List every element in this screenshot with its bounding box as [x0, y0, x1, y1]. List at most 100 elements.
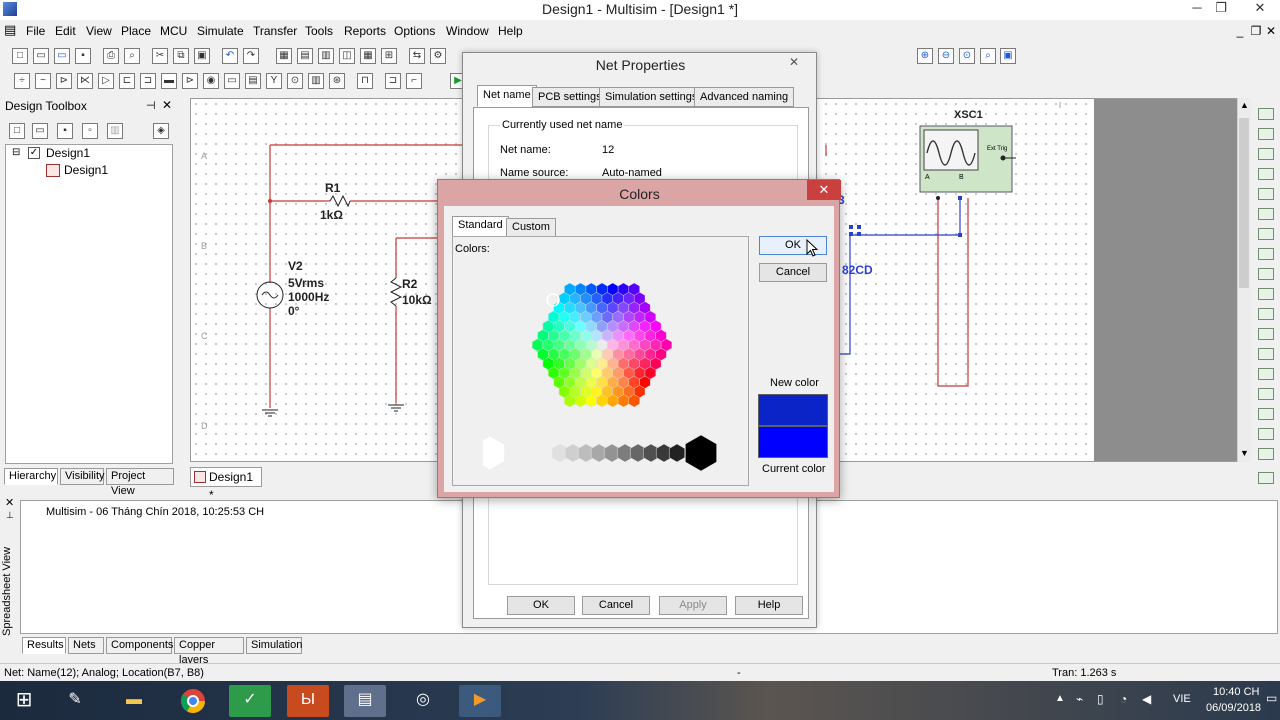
- print-icon[interactable]: ⎙: [103, 48, 119, 64]
- tray-battery-icon[interactable]: ▯: [1097, 692, 1104, 706]
- oscilloscope-icon[interactable]: [1258, 168, 1274, 180]
- media-player-icon[interactable]: ▶: [459, 685, 501, 717]
- toggle-fullscreen-icon[interactable]: ▦: [276, 48, 292, 64]
- open-icon[interactable]: ▭: [33, 48, 49, 64]
- close-icon[interactable]: ✕: [1240, 0, 1280, 18]
- save-icon[interactable]: ▪: [75, 48, 91, 64]
- scroll-down-icon[interactable]: ▼: [1240, 448, 1249, 458]
- close-design-icon[interactable]: ▫: [82, 123, 98, 139]
- net-props-apply-button[interactable]: Apply: [659, 596, 727, 615]
- spreadsheet-pin-icon[interactable]: ⊥: [6, 510, 14, 521]
- tab-results[interactable]: Results: [22, 637, 66, 654]
- place-transistor-icon[interactable]: ⋉: [77, 73, 93, 89]
- wattmeter-icon[interactable]: [1258, 148, 1274, 160]
- file-explorer-icon[interactable]: ▬: [113, 685, 155, 717]
- undo-icon[interactable]: ↶: [222, 48, 238, 64]
- orange-app-icon[interactable]: Ы: [287, 685, 329, 717]
- cut-icon[interactable]: ✂: [152, 48, 168, 64]
- network-analyzer-icon[interactable]: [1258, 368, 1274, 380]
- net-props-ok-button[interactable]: OK: [507, 596, 575, 615]
- database-icon[interactable]: ▥: [318, 48, 334, 64]
- menu-edit[interactable]: Edit: [55, 24, 76, 38]
- place-ttl-icon[interactable]: ⊏: [119, 73, 135, 89]
- tray-up-icon[interactable]: ▲: [1055, 693, 1065, 704]
- menu-view[interactable]: View: [86, 24, 112, 38]
- design-checkbox-icon[interactable]: ✓: [28, 147, 40, 159]
- logic-analyzer-icon[interactable]: [1258, 288, 1274, 300]
- place-misc-icon[interactable]: ▤: [245, 73, 261, 89]
- tray-volume-icon[interactable]: ◀: [1142, 692, 1151, 706]
- panel-close-icon[interactable]: ✕: [162, 98, 172, 112]
- zoom-sheet-icon[interactable]: ⌕: [980, 48, 996, 64]
- tab-nets[interactable]: Nets: [68, 637, 104, 654]
- tree-expand-icon[interactable]: ⊟: [12, 147, 20, 158]
- place-power-icon[interactable]: ▭: [224, 73, 240, 89]
- tray-time[interactable]: 10:40 CH: [1213, 686, 1259, 698]
- grapher-icon[interactable]: ◫: [339, 48, 355, 64]
- menu-window[interactable]: Window: [446, 24, 489, 38]
- tab-pcb-settings[interactable]: PCB settings: [532, 87, 608, 107]
- paste-icon[interactable]: ▣: [194, 48, 210, 64]
- tab-advanced-naming[interactable]: Advanced naming: [694, 87, 795, 107]
- four-channel-scope-icon[interactable]: [1258, 188, 1274, 200]
- tab-components[interactable]: Components: [106, 637, 173, 654]
- place-indicator-icon[interactable]: ◉: [203, 73, 219, 89]
- place-wire-icon[interactable]: ⌐: [406, 73, 422, 89]
- grey-cell[interactable]: [483, 435, 505, 471]
- menu-reports[interactable]: Reports: [344, 24, 386, 38]
- zoom-area-icon[interactable]: ⊙: [959, 48, 975, 64]
- tray-wifi-icon[interactable]: ◔: [1120, 692, 1127, 706]
- tree-root-item[interactable]: Design1: [46, 146, 90, 160]
- place-mixed-icon[interactable]: ⊳: [182, 73, 198, 89]
- multisim-taskbar-icon[interactable]: ▤: [344, 685, 386, 717]
- zoom-out-icon[interactable]: ⊖: [938, 48, 954, 64]
- grayscale-palette[interactable]: [483, 433, 723, 473]
- place-connector-icon[interactable]: ⊛: [329, 73, 345, 89]
- spreadsheet-icon[interactable]: ▤: [297, 48, 313, 64]
- agilent-scope-icon[interactable]: [1258, 428, 1274, 440]
- mdi-minimize-icon[interactable]: _: [1233, 24, 1247, 38]
- scroll-up-icon[interactable]: ▲: [1240, 100, 1249, 110]
- bode-plotter-icon[interactable]: [1258, 208, 1274, 220]
- place-mcu-icon[interactable]: ▥: [308, 73, 324, 89]
- scroll-thumb[interactable]: [1239, 118, 1249, 288]
- zoom-in-icon[interactable]: ⊕: [917, 48, 933, 64]
- open-design-icon[interactable]: ▭: [32, 123, 48, 139]
- tektronix-scope-icon[interactable]: [1258, 448, 1274, 460]
- place-diode-icon[interactable]: ⊳: [56, 73, 72, 89]
- tab-hierarchy[interactable]: Hierarchy: [4, 468, 58, 485]
- spectrum-analyzer-icon[interactable]: [1258, 348, 1274, 360]
- menu-place[interactable]: Place: [121, 24, 151, 38]
- postprocessor-icon[interactable]: ▦: [360, 48, 376, 64]
- place-misc-digital-icon[interactable]: ▬: [161, 73, 177, 89]
- place-rf-icon[interactable]: Y: [266, 73, 282, 89]
- grey-cell[interactable]: [685, 434, 717, 472]
- net-properties-close-icon[interactable]: ✕: [789, 55, 799, 69]
- logic-converter-icon[interactable]: [1258, 268, 1274, 280]
- menu-options[interactable]: Options: [394, 24, 435, 38]
- menu-mcu[interactable]: MCU: [160, 24, 187, 38]
- mdi-restore-icon[interactable]: ❐: [1249, 24, 1263, 38]
- doc-tab-design1[interactable]: Design1 *: [190, 467, 262, 502]
- tab-net-name[interactable]: Net name: [477, 85, 537, 107]
- frequency-counter-icon[interactable]: [1258, 228, 1274, 240]
- net-props-cancel-button[interactable]: Cancel: [582, 596, 650, 615]
- agilent-generator-icon[interactable]: [1258, 388, 1274, 400]
- schematic-scrollbar[interactable]: ▲ ▼: [1237, 98, 1251, 462]
- place-basic-icon[interactable]: ~: [35, 73, 51, 89]
- notification-icon[interactable]: ▭: [1266, 691, 1277, 705]
- multimeter-icon[interactable]: [1258, 108, 1274, 120]
- word-generator-icon[interactable]: [1258, 248, 1274, 260]
- green-app-icon[interactable]: ✓: [229, 685, 271, 717]
- doc-icon[interactable]: ▤: [4, 22, 16, 38]
- function-generator-icon[interactable]: [1258, 128, 1274, 140]
- component-wizard-icon[interactable]: ⊞: [381, 48, 397, 64]
- save-design-icon[interactable]: ▪: [57, 123, 73, 139]
- new-design-icon[interactable]: □: [9, 123, 25, 139]
- start-button-icon[interactable]: ⊞: [2, 685, 46, 717]
- place-cmos-icon[interactable]: ⊐: [140, 73, 156, 89]
- menu-file[interactable]: File: [26, 24, 45, 38]
- copy-icon[interactable]: ⧉: [173, 48, 189, 64]
- place-source-icon[interactable]: ÷: [14, 73, 30, 89]
- place-bus-icon[interactable]: ⊓: [357, 73, 373, 89]
